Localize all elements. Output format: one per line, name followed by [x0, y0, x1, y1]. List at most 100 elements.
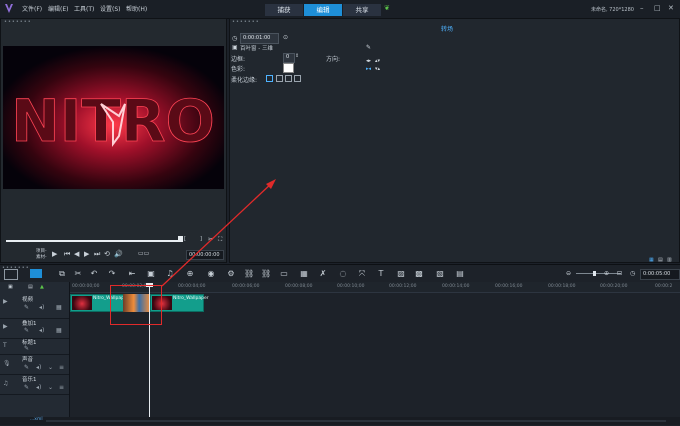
duration-box: 0:00:05:00 [640, 269, 680, 280]
tab-capture[interactable]: 捕获 [265, 4, 303, 16]
soften-high[interactable] [294, 75, 301, 82]
track-voice[interactable]: 🎙 声音 ✎ ◂) ⌄ ≡ [0, 354, 69, 375]
soften-low[interactable] [276, 75, 283, 82]
lock-icon[interactable]: ⊙ [283, 34, 288, 41]
next-frame-icon[interactable]: ▶ [84, 250, 89, 258]
multicam-icon[interactable]: ▦ [299, 269, 309, 279]
border-field[interactable]: 0 [283, 53, 295, 63]
edit-icon[interactable]: ✎ [24, 327, 29, 334]
direction-out-icon[interactable]: ▾▴ [375, 66, 380, 72]
volume-icon[interactable]: 🔊 [114, 250, 123, 258]
image-icon[interactable]: ▧ [435, 269, 445, 279]
expand-icon[interactable]: ⌄ [48, 384, 53, 391]
audio-icon[interactable]: ◂) [39, 304, 44, 311]
add-track-icon[interactable]: ▣ [8, 284, 13, 290]
border-label: 边框: [231, 56, 246, 63]
horizontal-scrollbar[interactable] [46, 420, 666, 422]
menu-bar: 文件(F) 编辑(E) 工具(T) 设置(S) 帮助(H) 捕获 编辑 共享 ❦… [0, 0, 680, 19]
zoom-out-icon[interactable]: ⊖ [566, 270, 571, 277]
enable-icon[interactable]: ▲ [40, 284, 44, 290]
crop-icon[interactable]: ⤧ [357, 269, 367, 279]
direction-horizontal-icon[interactable]: ◂▸ [366, 58, 371, 64]
scrub-bar[interactable] [6, 240, 181, 242]
maximize-icon[interactable]: □ [654, 4, 661, 12]
clip-mode-label[interactable]: 素材- [36, 254, 47, 260]
menu-settings[interactable]: 设置(S) [100, 4, 121, 13]
panel-grip[interactable]: ••••••• [232, 19, 260, 25]
more-icon[interactable]: ≡ [59, 384, 64, 391]
ruler-label: 00:00:10;00 [337, 284, 365, 289]
overlay-edit-icon[interactable]: ▩ [414, 269, 424, 279]
smart-proxy-icon[interactable]: ⇤ [127, 269, 137, 279]
direction-vertical-icon[interactable]: ▴▾ [375, 58, 380, 64]
options-icon[interactable]: ▤ [658, 257, 663, 263]
project-info: 未命名, 720*1280 [591, 7, 634, 13]
border-stepper[interactable]: ⇕ [295, 53, 299, 59]
menu-file[interactable]: 文件(F) [22, 4, 42, 13]
split-screen-icon[interactable]: ✗ [318, 269, 328, 279]
edit-icon[interactable]: ✎ [24, 384, 29, 391]
home-icon[interactable]: ⏮ [64, 250, 70, 259]
zoom-in-icon[interactable]: ⊕ [604, 270, 609, 277]
grid-icon[interactable]: ▦ [56, 304, 62, 311]
edit-icon[interactable]: ✎ [24, 345, 29, 352]
undo-icon[interactable]: ↶ [89, 269, 99, 279]
menu-edit[interactable]: 编辑(E) [48, 4, 68, 13]
play-icon[interactable]: ▶ [52, 250, 57, 258]
ruler-label: 00:00:14;00 [442, 284, 470, 289]
track-music[interactable]: ♫ 音乐1 ✎ ◂) ⌄ ≡ [0, 374, 69, 395]
storyboard-view-icon[interactable] [4, 269, 18, 280]
ripple-icon[interactable]: ▤ [28, 284, 33, 290]
redo-icon[interactable]: ↷ [107, 269, 117, 279]
grid-icon[interactable]: ▦ [56, 327, 62, 334]
duration-field[interactable]: 0:00:01:00 [240, 33, 279, 44]
subtitle-icon[interactable]: ▭ [279, 269, 289, 279]
ruler-label: 00:00:08;00 [285, 284, 313, 289]
color-swatch[interactable] [283, 63, 294, 73]
minimize-icon[interactable]: – [640, 4, 644, 12]
track-overlay[interactable]: ▶ 叠加1 ✎ ◂) ▦ [0, 318, 69, 339]
title-icon: T [3, 342, 7, 349]
zoom-slider[interactable] [576, 273, 621, 274]
screen-capture-icon[interactable]: ▣ [146, 269, 156, 279]
hd-preview-icon[interactable]: ▭▭ [138, 250, 149, 257]
fit-icon[interactable]: ⊟ [617, 270, 622, 277]
audio-edit-icon[interactable]: ▤ [455, 269, 465, 279]
text-icon[interactable]: T [376, 269, 386, 279]
prev-frame-icon[interactable]: ◀ [74, 250, 79, 258]
effect-icon[interactable]: ▨ [396, 269, 406, 279]
close-icon[interactable]: ✕ [668, 4, 674, 12]
tool-icon[interactable]: ✂ [73, 269, 83, 279]
menu-help[interactable]: 帮助(H) [126, 4, 147, 13]
mask-icon[interactable]: ◌ [338, 269, 348, 279]
audio-icon[interactable]: ◂) [39, 327, 44, 334]
track-video[interactable]: ▶ 视频 ✎ ◂) ▦ [0, 292, 69, 319]
direction-in-icon[interactable]: ▸◂ [366, 66, 371, 72]
timeline-view-icon[interactable] [30, 269, 42, 278]
end-icon[interactable]: ⏭ [94, 250, 100, 259]
project-duration: 0:00:05:00 [643, 271, 671, 277]
tab-edit[interactable]: 编辑 [304, 4, 342, 16]
soften-none[interactable] [266, 75, 273, 82]
edit-icon[interactable]: ✎ [24, 304, 29, 311]
repeat-icon[interactable]: ⟲ [104, 250, 110, 258]
expand-icon[interactable]: ⌄ [48, 364, 53, 371]
tab-share[interactable]: 共享 [343, 4, 381, 16]
menu-tools[interactable]: 工具(T) [74, 4, 94, 13]
plant-icon[interactable]: ❦ [384, 4, 390, 12]
app-logo-icon [5, 4, 13, 13]
track-manager-icon[interactable]: ⧉ [57, 269, 67, 279]
zoom-handle[interactable] [593, 271, 596, 276]
audio-icon[interactable]: ◂) [36, 364, 41, 371]
edit-icon[interactable]: ✎ [24, 364, 29, 371]
track-title[interactable]: T 标题1 ✎ [0, 338, 69, 355]
properties-icon[interactable]: ▥ [667, 257, 672, 263]
customize-icon[interactable]: ✎ [366, 44, 371, 51]
soften-mid[interactable] [285, 75, 292, 82]
clip-thumbnail [72, 296, 92, 310]
audio-icon[interactable]: ◂) [36, 384, 41, 391]
voice-icon: 🎙 [3, 360, 11, 367]
panel-grip[interactable]: ••••••• [4, 19, 32, 25]
library-icon[interactable]: ▦ [649, 257, 654, 263]
more-icon[interactable]: ≡ [59, 364, 64, 371]
